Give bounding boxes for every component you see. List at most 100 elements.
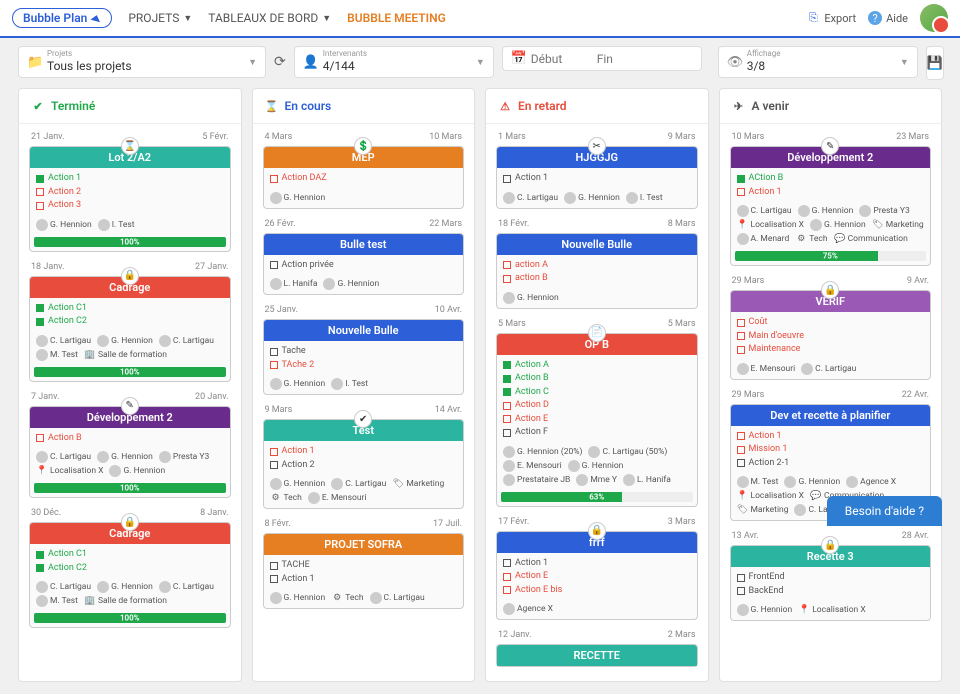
card-actions: TacheTAche 2	[264, 341, 464, 376]
avatar-icon	[503, 292, 515, 304]
task-card[interactable]: PROJET SOFRATACHEAction 1G. Hennion⚙Tech…	[263, 533, 465, 609]
column-header: ⚠En retard	[486, 89, 708, 124]
task-card[interactable]: 🔒frrfAction 1Action EAction E bisAgence …	[496, 531, 698, 621]
assignee: C. Lartigau	[331, 478, 386, 490]
avatar-icon	[801, 363, 813, 375]
assignee: C. Lartigau	[36, 581, 91, 593]
filter-people[interactable]: 👤 Intervenants 4/144 ▼	[294, 46, 494, 78]
task-card[interactable]: Nouvelle Bulleaction Aaction BG. Hennion	[496, 233, 698, 309]
assignee: C. Lartigau	[801, 363, 856, 375]
checkbox-icon	[270, 361, 278, 369]
resource-icon: 🏷	[737, 504, 749, 516]
checkbox-icon	[270, 448, 278, 456]
checkbox-icon	[270, 261, 278, 269]
filter-projects[interactable]: 📁 Projets Tous les projets ▼	[18, 46, 266, 78]
avatar-icon	[36, 219, 48, 231]
card-people: C. LartigauG. HennionI. Test	[497, 190, 697, 208]
card-actions: Action privée	[264, 255, 464, 277]
task-card[interactable]: ✎Développement 2ACtion BAction 1C. Larti…	[730, 146, 932, 266]
task-card[interactable]: ✎Développement 2Action BC. LartigauG. He…	[29, 406, 231, 499]
column-title: Terminé	[51, 99, 95, 113]
action-item: Action 1	[270, 445, 458, 459]
task-card[interactable]: 🔒CadrageAction C1Action C2C. LartigauG. …	[29, 276, 231, 382]
chevron-down-icon: ▼	[900, 57, 909, 68]
assignee: Prestataire JB	[503, 474, 570, 486]
checkbox-icon	[36, 188, 44, 196]
card-people: C. LartigauG. HennionC. LartigauM. Test🏢…	[30, 579, 230, 611]
task-card[interactable]: 🔒Recette 3FrontEndBackEndG. Hennion📍Loca…	[730, 545, 932, 621]
action-item: Action E	[503, 413, 691, 427]
card-actions: Action 1Action 2	[264, 441, 464, 476]
task-card[interactable]: 🔒VERIFCoûtMain d'oeuvreMaintenanceE. Men…	[730, 290, 932, 380]
help-button[interactable]: ?Aide	[868, 11, 908, 25]
nav-meeting[interactable]: BUBBLE MEETING	[347, 11, 446, 25]
task-card[interactable]: 🔒CadrageAction C1Action C2C. LartigauG. …	[29, 522, 231, 628]
resource-icon: ⚙	[270, 492, 282, 504]
assignee: C. Lartigau	[737, 205, 792, 217]
logo[interactable]: Bubble Plan	[12, 8, 112, 28]
action-item: Action E bis	[503, 584, 691, 598]
avatar-icon	[568, 460, 580, 472]
refresh-button[interactable]: ⟳	[274, 46, 286, 78]
nav-dashboards[interactable]: TABLEAUX DE BORD▼	[208, 11, 331, 25]
card-badge-icon: 📄	[588, 324, 606, 342]
action-item: Action F	[503, 426, 691, 440]
card-badge-icon: 🔒	[821, 536, 839, 554]
checkbox-icon	[503, 573, 511, 581]
avatar-icon	[798, 205, 810, 217]
assignee: G. Hennion	[270, 192, 326, 204]
folder-icon: 📁	[27, 55, 41, 70]
card-actions: Action AAction BAction CAction DAction E…	[497, 355, 697, 444]
action-item: Action 2	[36, 186, 224, 200]
checkbox-icon	[36, 175, 44, 183]
action-item: Action C1	[36, 548, 224, 562]
task-card[interactable]: ✂HJGGJGAction 1C. LartigauG. HennionI. T…	[496, 146, 698, 209]
assignee: G. Hennion	[798, 205, 854, 217]
date-start-input[interactable]	[531, 52, 591, 66]
task-card[interactable]: ⌛Lot 2/A2Action 1Action 2Action 3G. Henn…	[29, 146, 231, 252]
resource: 🏢Salle de formation	[84, 595, 167, 607]
resource: 📍Localisation X	[737, 490, 804, 502]
assignee: G. Hennion	[109, 465, 165, 477]
resource-icon: 💬	[834, 233, 846, 245]
progress-bar: 100%	[34, 237, 226, 247]
action-item: Action C2	[36, 315, 224, 329]
avatar-icon	[36, 349, 48, 361]
card-actions: Action C1Action C2	[30, 298, 230, 333]
column-body: 4 Mars10 Mars💲MEPAction DAZG. Hennion26 …	[253, 124, 475, 623]
filter-dates[interactable]: 📅	[502, 46, 702, 71]
help-bubble[interactable]: Besoin d'aide ?	[827, 496, 942, 526]
task-card[interactable]: 💲MEPAction DAZG. Hennion	[263, 146, 465, 209]
assignee: G. Hennion	[564, 192, 620, 204]
checkbox-icon	[503, 388, 511, 396]
resource: ⚙Tech	[795, 233, 827, 245]
card-badge-icon: 🔒	[121, 513, 139, 531]
avatar-icon	[97, 581, 109, 593]
checkbox-icon	[737, 574, 745, 582]
nav-projects[interactable]: PROJETS▼	[128, 11, 192, 25]
caret-icon: ▼	[183, 13, 192, 24]
action-item: Tache	[270, 345, 458, 359]
card-dates: 29 Mars22 Avr.	[730, 388, 932, 404]
assignee: G. Hennion	[97, 451, 153, 463]
task-card[interactable]: Nouvelle BulleTacheTAche 2G. HennionI. T…	[263, 319, 465, 395]
export-button[interactable]: ⎘Export	[806, 11, 856, 25]
checkbox-icon	[270, 562, 278, 570]
filter-display[interactable]: 👁 Affichage 3/8 ▼	[718, 46, 918, 78]
avatar-icon	[737, 476, 749, 488]
task-card[interactable]: ✔TestAction 1Action 2G. HennionC. Lartig…	[263, 419, 465, 509]
task-card[interactable]: 📄OP BAction AAction BAction CAction DAct…	[496, 333, 698, 507]
date-end-input[interactable]	[597, 52, 657, 66]
avatar-icon	[270, 378, 282, 390]
card-actions: Action 1Action EAction E bis	[497, 553, 697, 602]
user-avatar[interactable]	[920, 4, 948, 32]
task-card[interactable]: Bulle testAction privéeL. HanifaG. Henni…	[263, 233, 465, 296]
resource: 🏢Salle de formation	[84, 349, 167, 361]
save-button[interactable]: 💾	[926, 46, 944, 80]
action-item: Action 1	[270, 573, 458, 587]
caret-icon: ▼	[322, 13, 331, 24]
task-card[interactable]: RECETTE	[496, 644, 698, 667]
card-actions: Action 1Mission 1Action 2-1	[731, 426, 931, 475]
action-item: TACHE	[270, 559, 458, 573]
avatar-icon	[159, 451, 171, 463]
